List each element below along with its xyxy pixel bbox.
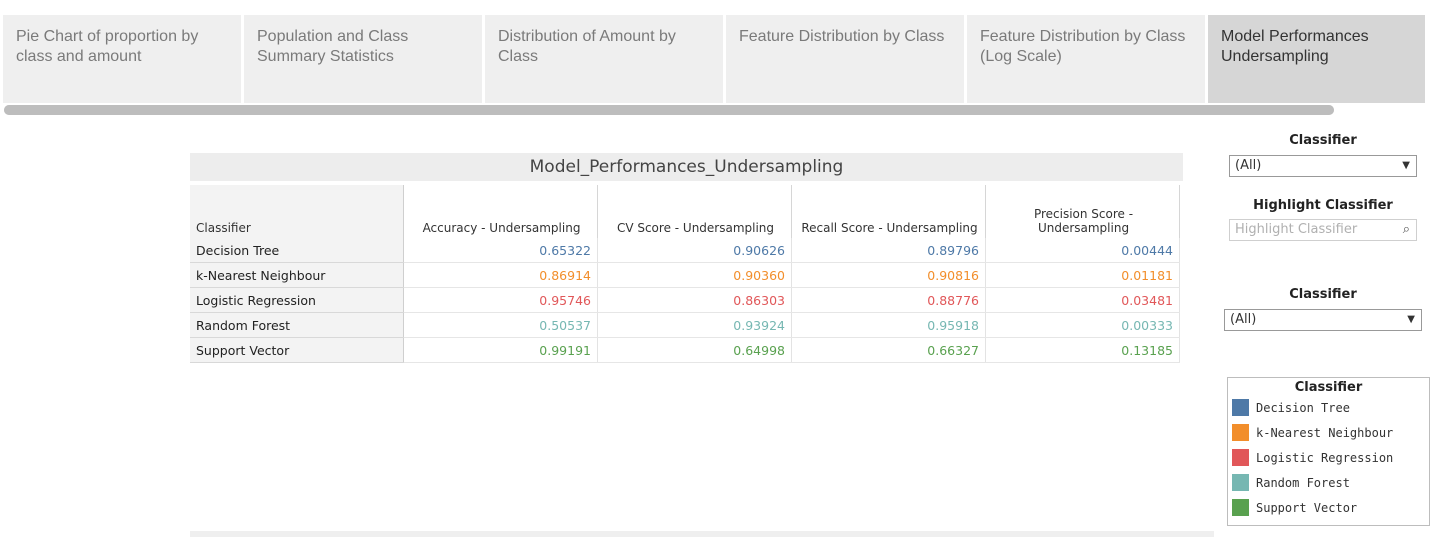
table-row[interactable]: Random Forest 0.50537 0.93924 0.95918 0.0033…: [190, 312, 1180, 338]
bottom-scroll-area: [190, 531, 1214, 537]
table-cell: 0.03481: [985, 287, 1180, 313]
legend-item[interactable]: k-Nearest Neighbour: [1228, 420, 1429, 445]
tab-scrollbar-thumb[interactable]: [4, 105, 1334, 115]
table-row[interactable]: k-Nearest Neighbour 0.86914 0.90360 0.90816…: [190, 262, 1180, 288]
legend-label: Logistic Regression: [1256, 450, 1394, 465]
tab-pie-chart[interactable]: Pie Chart of proportion by class and amo…: [3, 15, 244, 103]
row-label: Random Forest: [190, 312, 404, 338]
legend-swatch: [1232, 449, 1249, 466]
tab-scrollbar[interactable]: [4, 105, 1334, 115]
table-cell: 0.95918: [791, 312, 986, 338]
tab-summary-statistics[interactable]: Population and Class Summary Statistics: [244, 15, 485, 103]
legend-title: Classifier: [1294, 380, 1363, 395]
table-row[interactable]: Support Vector 0.99191 0.64998 0.66327 0.131…: [190, 337, 1180, 363]
legend-swatch: [1232, 424, 1249, 441]
legend-item[interactable]: Decision Tree: [1228, 395, 1429, 420]
legend-item[interactable]: Support Vector: [1228, 495, 1429, 520]
legend-swatch: [1232, 474, 1249, 491]
table-cell: 0.90816: [791, 262, 986, 288]
classifier-dropdown[interactable]: (All) ▼: [1229, 155, 1417, 177]
column-header-precision: Precision Score - Undersampling: [985, 185, 1180, 238]
row-label: Logistic Regression: [190, 287, 404, 313]
header-row: Classifier Accuracy - Undersampling CV S…: [190, 185, 1180, 238]
row-label: Support Vector: [190, 337, 404, 363]
table-cell: 0.93924: [597, 312, 792, 338]
table-cell: 0.13185: [985, 337, 1180, 363]
legend-swatch: [1232, 399, 1249, 416]
classifier-dropdown-value: (All): [1235, 158, 1262, 173]
tab-distribution-amount[interactable]: Distribution of Amount by Class: [485, 15, 726, 103]
table-row[interactable]: Logistic Regression 0.95746 0.86303 0.88776…: [190, 287, 1180, 313]
tab-model-performances[interactable]: Model Performances Undersampling: [1208, 15, 1425, 103]
table-cell: 0.88776: [791, 287, 986, 313]
classifier-filter-label-2: Classifier: [1289, 287, 1357, 302]
row-header: Classifier: [190, 185, 404, 238]
table-cell: 0.00444: [985, 238, 1180, 263]
table-cell: 0.65322: [403, 238, 598, 263]
highlight-classifier-label: Highlight Classifier: [1253, 198, 1393, 213]
legend-swatch: [1232, 499, 1249, 516]
table-cell: 0.99191: [403, 337, 598, 363]
classifier-dropdown-2-value: (All): [1230, 312, 1257, 327]
table-cell: 0.50537: [403, 312, 598, 338]
search-icon: ⌕: [1402, 222, 1410, 237]
legend-label: Support Vector: [1256, 500, 1358, 515]
classifier-dropdown-2[interactable]: (All) ▼: [1224, 309, 1422, 331]
row-label: Decision Tree: [190, 238, 404, 263]
table-cell: 0.01181: [985, 262, 1180, 288]
column-header-accuracy: Accuracy - Undersampling: [403, 185, 598, 238]
classifier-filter-label: Classifier: [1289, 133, 1357, 148]
table-row[interactable]: Decision Tree 0.65322 0.90626 0.89796 0.0044…: [190, 238, 1180, 263]
tab-bar: Pie Chart of proportion by class and amo…: [3, 15, 1435, 103]
caret-down-icon: ▼: [1407, 314, 1415, 325]
performance-table: Classifier Accuracy - Undersampling CV S…: [190, 185, 1180, 363]
table-cell: 0.89796: [791, 238, 986, 263]
legend-label: Decision Tree: [1256, 400, 1350, 415]
table-title: Model_Performances_Undersampling: [190, 153, 1183, 181]
highlight-classifier-placeholder: Highlight Classifier: [1235, 222, 1358, 237]
tab-feature-distribution[interactable]: Feature Distribution by Class: [726, 15, 967, 103]
classifier-legend: Classifier Decision Tree k-Nearest Neighb…: [1227, 377, 1430, 526]
caret-down-icon: ▼: [1402, 160, 1410, 171]
legend-label: k-Nearest Neighbour: [1256, 425, 1394, 440]
highlight-classifier-input[interactable]: Highlight Classifier ⌕: [1229, 219, 1417, 241]
table-cell: 0.90626: [597, 238, 792, 263]
table-cell: 0.64998: [597, 337, 792, 363]
table-cell: 0.95746: [403, 287, 598, 313]
table-cell: 0.90360: [597, 262, 792, 288]
column-header-recall: Recall Score - Undersampling: [791, 185, 986, 238]
legend-label: Random Forest: [1256, 475, 1350, 490]
legend-item[interactable]: Logistic Regression: [1228, 445, 1429, 470]
table-cell: 0.00333: [985, 312, 1180, 338]
table-cell: 0.86914: [403, 262, 598, 288]
tab-feature-distribution-log[interactable]: Feature Distribution by Class (Log Scale…: [967, 15, 1208, 103]
table-cell: 0.66327: [791, 337, 986, 363]
row-label: k-Nearest Neighbour: [190, 262, 404, 288]
legend-item[interactable]: Random Forest: [1228, 470, 1429, 495]
column-header-cv-score: CV Score - Undersampling: [597, 185, 792, 238]
table-cell: 0.86303: [597, 287, 792, 313]
